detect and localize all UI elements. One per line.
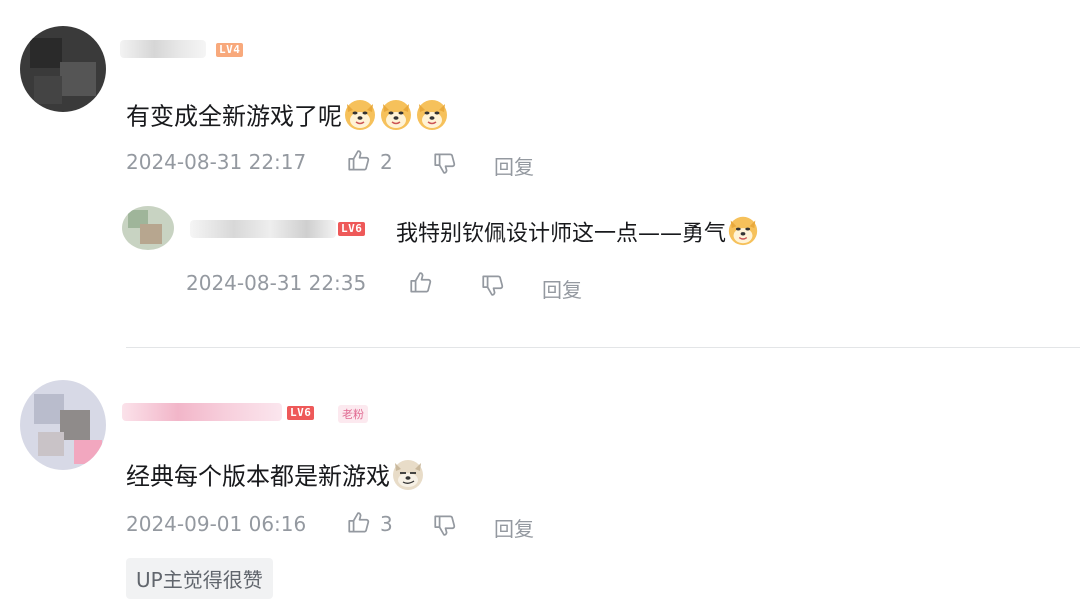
reply-time: 2024-08-31 22:35 bbox=[186, 271, 367, 295]
doge-emoji-icon bbox=[414, 96, 450, 139]
reply-button[interactable]: 回复 bbox=[542, 274, 582, 303]
level-badge: LV4 bbox=[216, 43, 244, 57]
comment-text: 有变成全新游戏了呢 bbox=[126, 96, 450, 139]
level-badge: LV6 bbox=[338, 222, 366, 236]
doge-emoji-icon bbox=[342, 96, 378, 139]
doge-emoji-icon bbox=[726, 213, 760, 256]
reply-button[interactable]: 回复 bbox=[494, 513, 534, 542]
fan-badge: 老粉 bbox=[338, 405, 368, 423]
reply-text: 我特别钦佩设计师这一点——勇气 bbox=[396, 213, 760, 256]
comment-time: 2024-09-01 06:16 bbox=[126, 512, 307, 536]
comment-time: 2024-08-31 22:17 bbox=[126, 150, 307, 174]
divider bbox=[126, 347, 1080, 348]
like-count: 2 bbox=[380, 150, 393, 174]
like-count: 3 bbox=[380, 512, 393, 536]
dislike-icon[interactable] bbox=[480, 272, 506, 302]
username[interactable] bbox=[190, 220, 336, 238]
like-icon[interactable] bbox=[346, 148, 372, 178]
username[interactable] bbox=[122, 403, 282, 421]
avatar[interactable] bbox=[20, 26, 106, 112]
reply-button[interactable]: 回复 bbox=[494, 151, 534, 180]
up-liked-chip: UP主觉得很赞 bbox=[126, 558, 273, 599]
level-badge: LV6 bbox=[287, 406, 315, 420]
like-icon[interactable] bbox=[346, 510, 372, 540]
doge-emoji-icon bbox=[378, 96, 414, 139]
dislike-icon[interactable] bbox=[432, 512, 458, 542]
avatar[interactable] bbox=[20, 380, 106, 470]
avatar[interactable] bbox=[122, 206, 174, 250]
dislike-icon[interactable] bbox=[432, 150, 458, 180]
smirk-emoji-icon bbox=[390, 456, 426, 499]
username[interactable] bbox=[120, 40, 206, 58]
comment-text: 经典每个版本都是新游戏 bbox=[126, 456, 426, 499]
like-icon[interactable] bbox=[408, 270, 434, 300]
